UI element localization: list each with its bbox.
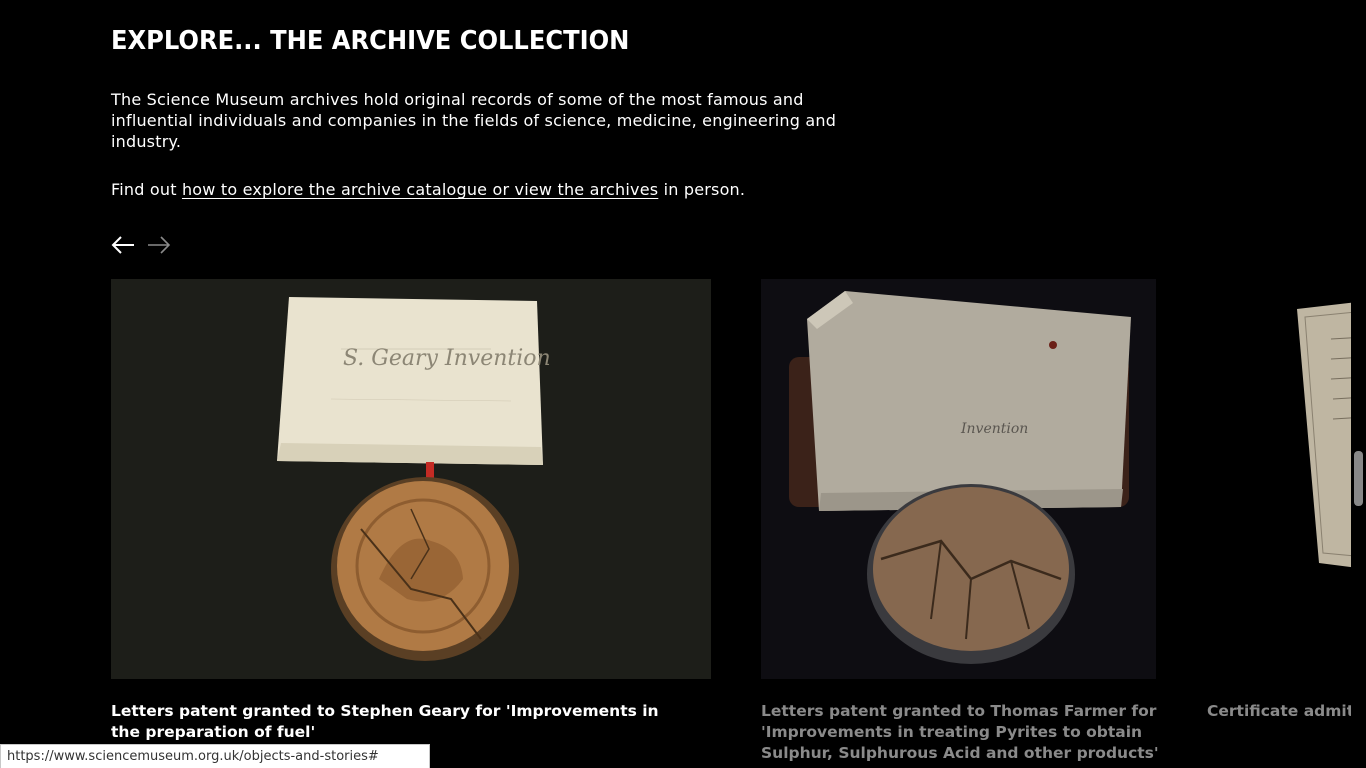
document-inscription: Invention xyxy=(960,421,1028,437)
card-image-certificate[interactable] xyxy=(1207,279,1366,679)
card-title[interactable]: Letters patent granted to Thomas Farmer … xyxy=(761,701,1181,764)
intro-text: The Science Museum archives hold origina… xyxy=(111,90,837,151)
findout-prefix: Find out xyxy=(111,180,182,199)
card-image-letters-patent-farmer[interactable]: Invention xyxy=(761,279,1156,679)
section-heading: EXPLORE... THE ARCHIVE COLLECTION xyxy=(111,26,630,56)
findout-text: Find out how to explore the archive cata… xyxy=(111,179,745,200)
card-title[interactable]: Letters patent granted to Stephen Geary … xyxy=(111,701,671,743)
browser-status-url: https://www.sciencemuseum.org.uk/objects… xyxy=(0,744,430,768)
carousel-next-button[interactable] xyxy=(146,234,172,256)
archive-catalogue-link[interactable]: how to explore the archive catalogue or … xyxy=(182,180,658,199)
findout-suffix: in person. xyxy=(658,180,746,199)
page: EXPLORE... THE ARCHIVE COLLECTION The Sc… xyxy=(0,0,1366,768)
page-scrollbar[interactable] xyxy=(1351,0,1366,768)
scrollbar-thumb[interactable] xyxy=(1354,451,1363,506)
card-title[interactable]: Certificate admitt… Medicine at the U… xyxy=(1207,701,1366,722)
arrow-right-icon xyxy=(146,234,172,256)
document-inscription: S. Geary Invention xyxy=(343,346,551,371)
carousel-prev-button[interactable] xyxy=(110,234,136,256)
arrow-left-icon xyxy=(110,234,136,256)
card-image-letters-patent-geary[interactable]: S. Geary Invention xyxy=(111,279,711,679)
